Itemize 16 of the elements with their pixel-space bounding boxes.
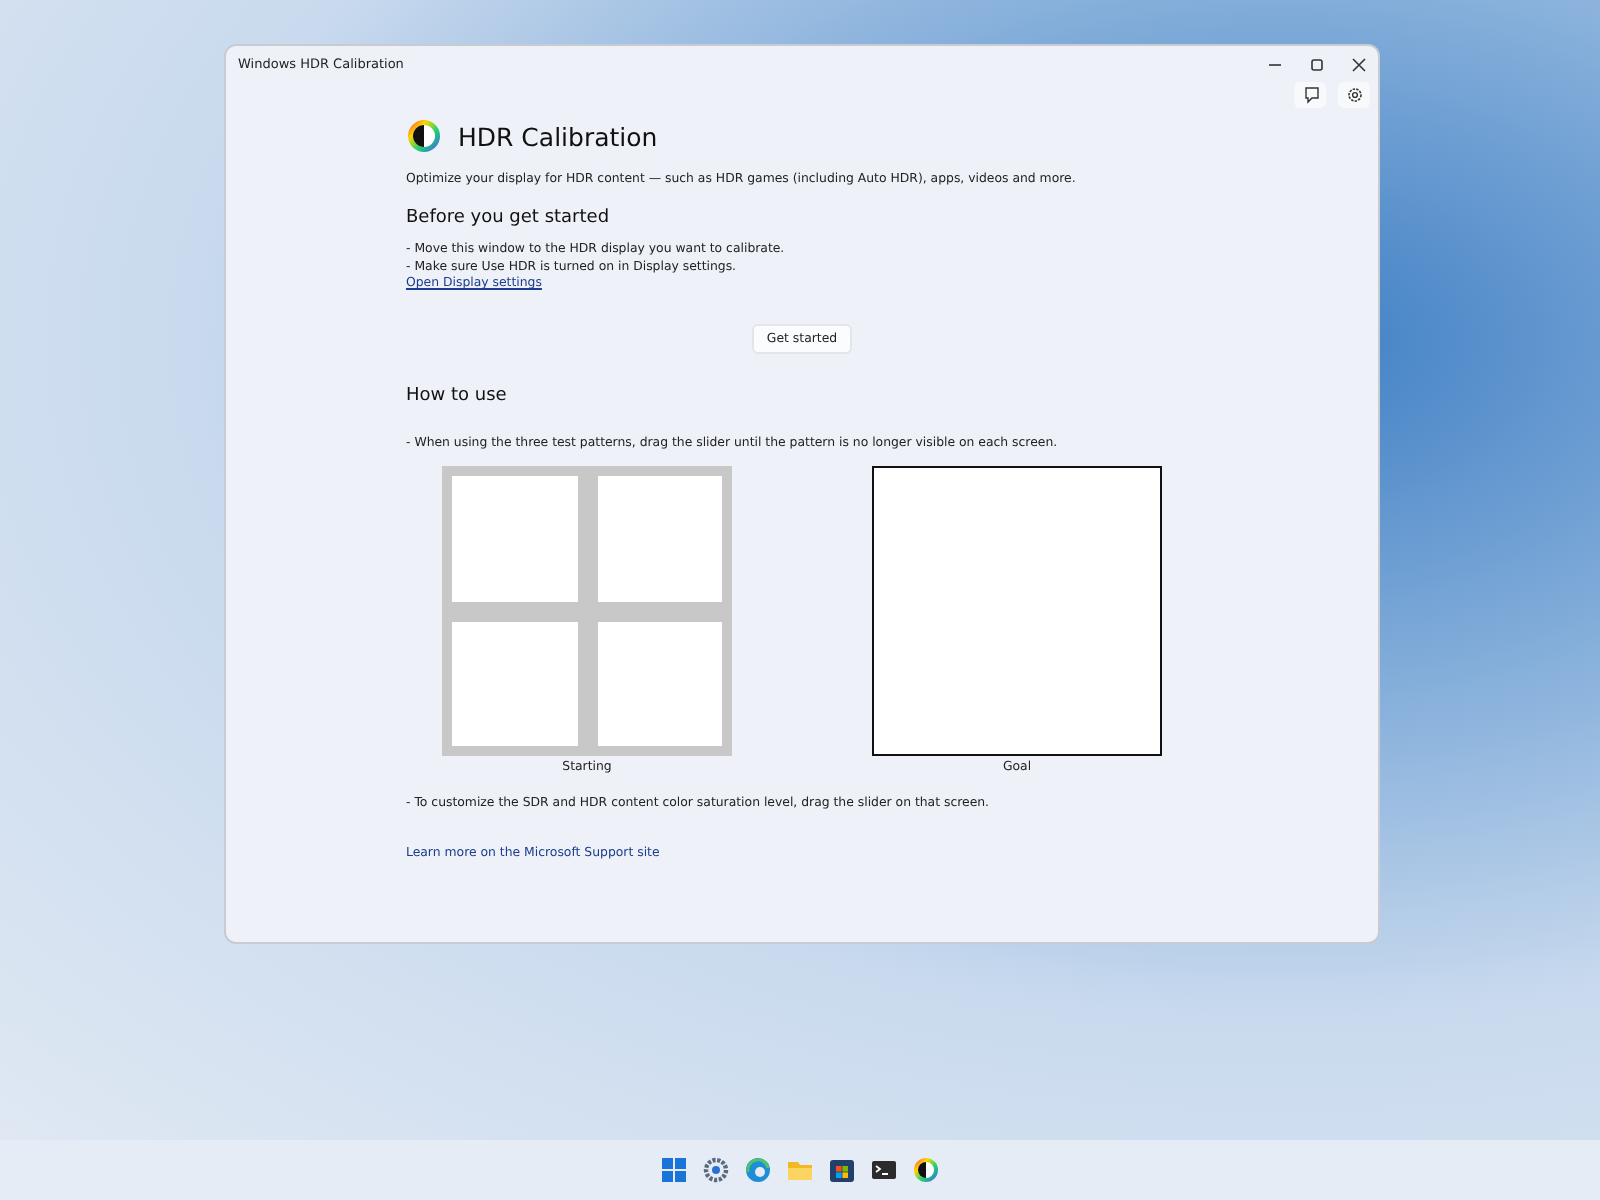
- gear-icon[interactable]: [702, 1156, 730, 1184]
- feedback-button[interactable]: [1294, 82, 1326, 108]
- section-heading: Before you get started: [406, 208, 612, 228]
- section-heading: How to use: [406, 386, 509, 406]
- terminal-icon[interactable]: [870, 1156, 898, 1184]
- feedback-icon: [1301, 86, 1319, 104]
- store-icon[interactable]: [828, 1156, 856, 1184]
- browser-icon[interactable]: [744, 1156, 772, 1184]
- close-icon[interactable]: [1352, 57, 1366, 71]
- app-logo-icon[interactable]: [912, 1156, 940, 1184]
- app-logo-icon: [406, 118, 442, 154]
- app-heading: HDR Calibration: [458, 121, 658, 151]
- maximize-icon[interactable]: [1310, 57, 1324, 71]
- settings-button[interactable]: [1338, 82, 1370, 108]
- settings-icon: [1345, 86, 1363, 104]
- start-icon[interactable]: [660, 1156, 688, 1184]
